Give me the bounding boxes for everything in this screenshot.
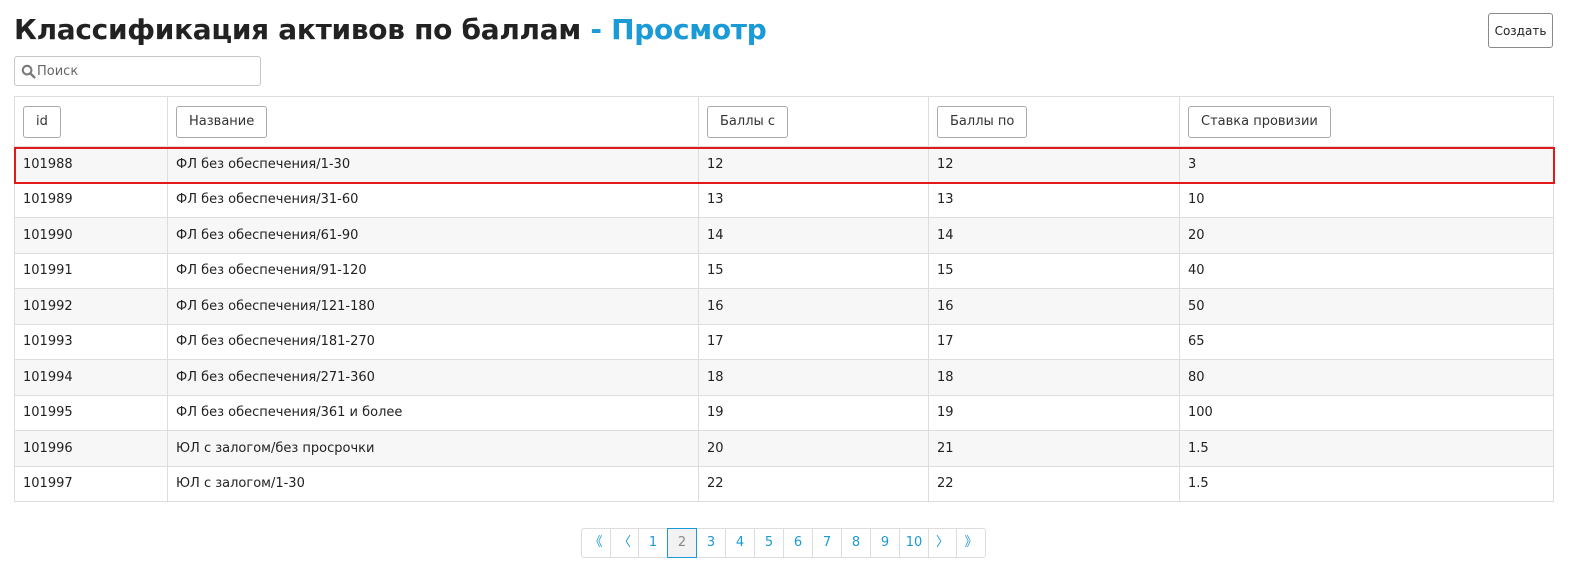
page-link-8[interactable]: 8 (841, 528, 871, 558)
cell-name: ФЛ без обеспечения/31-60 (167, 181, 699, 218)
table-row[interactable]: 101988 ФЛ без обеспечения/1-30 12 12 3 (14, 146, 1554, 183)
cell-score-to: 16 (928, 288, 1180, 325)
pagination: 《 〈 1 2 3 4 5 6 7 8 9 10 〉 》 (581, 528, 986, 558)
cell-id: 101992 (14, 288, 168, 325)
cell-score-from: 17 (698, 323, 929, 360)
table-row[interactable]: 101995 ФЛ без обеспечения/361 и более 19… (14, 394, 1554, 431)
sort-button-name[interactable]: Название (176, 105, 268, 138)
cell-id: 101997 (14, 465, 168, 502)
page-prev-button[interactable]: 〈 (610, 528, 639, 558)
cell-name: ФЛ без обеспечения/61-90 (167, 217, 699, 254)
table-row[interactable]: 101990 ФЛ без обеспечения/61-90 14 14 20 (14, 217, 1554, 254)
page-link-3[interactable]: 3 (696, 528, 726, 558)
page-next-button[interactable]: 〉 (928, 528, 957, 558)
cell-provision-rate: 100 (1179, 394, 1554, 431)
data-table: id Название Баллы с Баллы по Ставка пров… (14, 96, 1554, 502)
page-link-10[interactable]: 10 (899, 528, 929, 558)
table-header-row: id Название Баллы с Баллы по Ставка пров… (14, 96, 1554, 147)
cell-score-to: 17 (928, 323, 1180, 360)
sort-button-score-to[interactable]: Баллы по (937, 105, 1028, 138)
page-link-9[interactable]: 9 (870, 528, 900, 558)
cell-name: ФЛ без обеспечения/1-30 (167, 146, 699, 183)
cell-score-from: 16 (698, 288, 929, 325)
table-row[interactable]: 101993 ФЛ без обеспечения/181-270 17 17 … (14, 323, 1554, 360)
cell-name: ЮЛ с залогом/без просрочки (167, 430, 699, 467)
page-link-1[interactable]: 1 (638, 528, 668, 558)
cell-provision-rate: 50 (1179, 288, 1554, 325)
cell-provision-rate: 1.5 (1179, 465, 1554, 502)
table-row[interactable]: 101989 ФЛ без обеспечения/31-60 13 13 10 (14, 181, 1554, 218)
cell-score-to: 19 (928, 394, 1180, 431)
cell-name: ЮЛ с залогом/1-30 (167, 465, 699, 502)
sort-button-score-from[interactable]: Баллы с (707, 105, 789, 138)
cell-score-from: 13 (698, 181, 929, 218)
header-cell-score-from: Баллы с (698, 96, 929, 147)
cell-provision-rate: 20 (1179, 217, 1554, 254)
cell-id: 101995 (14, 394, 168, 431)
cell-id: 101994 (14, 359, 168, 396)
header-cell-id: id (14, 96, 168, 147)
cell-score-to: 22 (928, 465, 1180, 502)
page-link-5[interactable]: 5 (754, 528, 784, 558)
cell-name: ФЛ без обеспечения/271-360 (167, 359, 699, 396)
cell-id: 101988 (14, 146, 168, 183)
cell-id: 101991 (14, 252, 168, 289)
cell-id: 101989 (14, 181, 168, 218)
cell-name: ФЛ без обеспечения/91-120 (167, 252, 699, 289)
page-link-6[interactable]: 6 (783, 528, 813, 558)
cell-score-from: 20 (698, 430, 929, 467)
table-row[interactable]: 101997 ЮЛ с залогом/1-30 22 22 1.5 (14, 465, 1554, 502)
cell-provision-rate: 65 (1179, 323, 1554, 360)
cell-score-from: 19 (698, 394, 929, 431)
page: Классификация активов по баллам - Просмо… (0, 0, 1573, 571)
cell-score-to: 14 (928, 217, 1180, 254)
cell-id: 101990 (14, 217, 168, 254)
cell-provision-rate: 3 (1179, 146, 1554, 183)
page-last-button[interactable]: 》 (956, 528, 986, 558)
table-row[interactable]: 101994 ФЛ без обеспечения/271-360 18 18 … (14, 359, 1554, 396)
cell-name: ФЛ без обеспечения/121-180 (167, 288, 699, 325)
cell-score-to: 21 (928, 430, 1180, 467)
page-title-main: Классификация активов по баллам (14, 13, 581, 46)
sort-button-provision-rate[interactable]: Ставка провизии (1188, 105, 1331, 138)
page-title-mode: - Просмотр (590, 13, 767, 46)
cell-score-from: 12 (698, 146, 929, 183)
page-link-2-current[interactable]: 2 (667, 528, 697, 558)
search-input[interactable] (37, 60, 255, 82)
cell-score-from: 14 (698, 217, 929, 254)
table-row[interactable]: 101991 ФЛ без обеспечения/91-120 15 15 4… (14, 252, 1554, 289)
cell-id: 101993 (14, 323, 168, 360)
cell-name: ФЛ без обеспечения/361 и более (167, 394, 699, 431)
cell-score-to: 15 (928, 252, 1180, 289)
header-cell-provision-rate: Ставка провизии (1179, 96, 1554, 147)
cell-provision-rate: 80 (1179, 359, 1554, 396)
cell-score-from: 22 (698, 465, 929, 502)
header-cell-score-to: Баллы по (928, 96, 1180, 147)
cell-provision-rate: 40 (1179, 252, 1554, 289)
page-link-4[interactable]: 4 (725, 528, 755, 558)
search-box (14, 56, 261, 86)
cell-score-to: 13 (928, 181, 1180, 218)
sort-button-id[interactable]: id (23, 105, 61, 138)
page-title: Классификация активов по баллам - Просмо… (14, 12, 767, 48)
cell-score-to: 18 (928, 359, 1180, 396)
create-button[interactable]: Создать (1488, 13, 1553, 48)
cell-score-from: 15 (698, 252, 929, 289)
cell-provision-rate: 10 (1179, 181, 1554, 218)
table-row[interactable]: 101992 ФЛ без обеспечения/121-180 16 16 … (14, 288, 1554, 325)
cell-score-to: 12 (928, 146, 1180, 183)
page-link-7[interactable]: 7 (812, 528, 842, 558)
cell-provision-rate: 1.5 (1179, 430, 1554, 467)
cell-score-from: 18 (698, 359, 929, 396)
page-first-button[interactable]: 《 (581, 528, 611, 558)
header-cell-name: Название (167, 96, 699, 147)
table-row[interactable]: 101996 ЮЛ с залогом/без просрочки 20 21 … (14, 430, 1554, 467)
cell-id: 101996 (14, 430, 168, 467)
search-icon (21, 64, 36, 79)
cell-name: ФЛ без обеспечения/181-270 (167, 323, 699, 360)
